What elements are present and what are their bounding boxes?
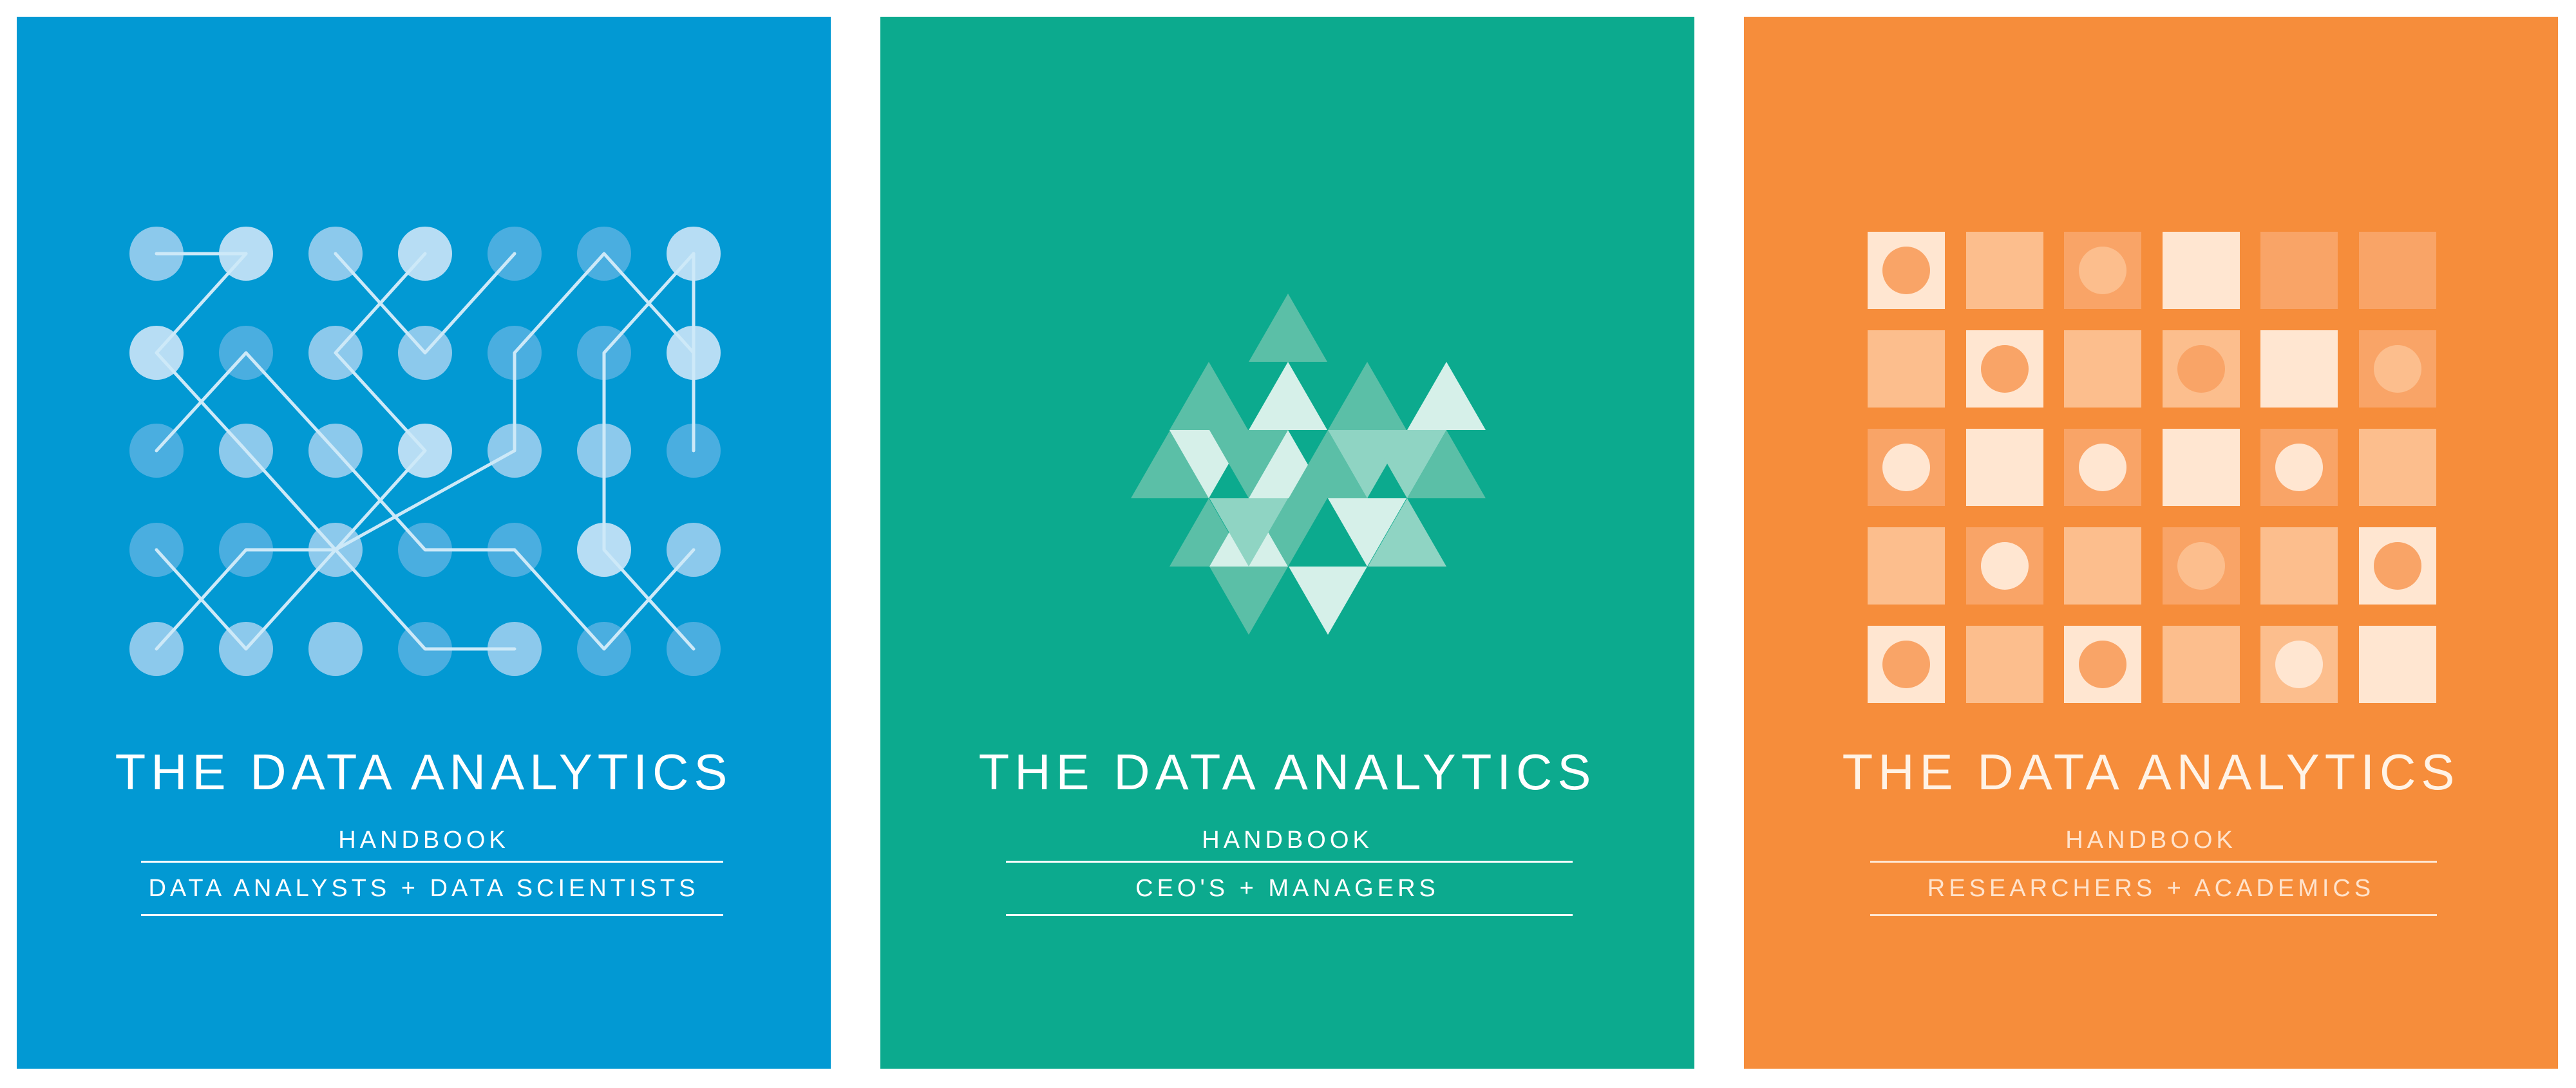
top-divider: [1870, 861, 2437, 863]
grid-circle: [2079, 247, 2126, 294]
grid-square: [2260, 527, 2338, 605]
grid-square: [1868, 527, 1945, 605]
grid-square: [1868, 330, 1945, 408]
grid-circle: [2374, 345, 2421, 393]
handbook-cover-managers: THE DATA ANALYTICS HANDBOOK CEO'S + MANA…: [880, 17, 1694, 1069]
grid-circle: [2177, 345, 2225, 393]
grid-circle: [2177, 542, 2225, 590]
grid-square: [2163, 429, 2240, 506]
cover-audience: DATA ANALYSTS + DATA SCIENTISTS: [148, 875, 699, 902]
grid-circle: [1981, 345, 2029, 393]
grid-square: [2163, 232, 2240, 309]
bottom-divider: [1006, 914, 1573, 916]
grid-circle: [2079, 444, 2126, 491]
grid-circle: [2275, 247, 2323, 294]
grid-circle: [1882, 247, 1930, 294]
grid-circle: [1882, 641, 1930, 688]
grid-square: [1966, 626, 2043, 703]
top-divider: [141, 861, 723, 863]
square-grid-illustration: [1744, 17, 2558, 1069]
bottom-divider: [141, 914, 723, 916]
grid-square: [2359, 626, 2436, 703]
grid-circle: [1981, 542, 2029, 590]
grid-square: [1966, 232, 2043, 309]
top-divider: [1006, 861, 1573, 863]
network-dot: [308, 622, 363, 676]
handbook-cover-data-analysts: THE DATA ANALYTICS HANDBOOK DATA ANALYST…: [17, 17, 831, 1069]
bottom-divider: [1870, 914, 2437, 916]
grid-circle: [2275, 641, 2323, 688]
handbook-cover-researchers: THE DATA ANALYTICS HANDBOOK RESEARCHERS …: [1744, 17, 2558, 1069]
cover-subtitle: HANDBOOK: [1202, 827, 1373, 854]
grid-circle: [2275, 444, 2323, 491]
cover-subtitle: HANDBOOK: [2065, 827, 2237, 854]
dot-network-illustration: [17, 17, 831, 1069]
cover-title: THE DATA ANALYTICS: [978, 744, 1596, 800]
cover-audience: CEO'S + MANAGERS: [1135, 875, 1439, 902]
cover-title: THE DATA ANALYTICS: [1842, 744, 2460, 800]
grid-square: [2260, 330, 2338, 408]
grid-square: [2064, 527, 2141, 605]
grid-circle: [2079, 641, 2126, 688]
cover-audience: RESEARCHERS + ACADEMICS: [1927, 875, 2375, 902]
grid-square: [1966, 429, 2043, 506]
grid-square: [2064, 330, 2141, 408]
grid-circle: [2374, 542, 2421, 590]
grid-square: [2163, 626, 2240, 703]
grid-square: [2359, 429, 2436, 506]
grid-circle: [1882, 444, 1930, 491]
triangle-mosaic-illustration: [880, 17, 1694, 1069]
cover-title: THE DATA ANALYTICS: [115, 744, 733, 800]
cover-subtitle: HANDBOOK: [338, 827, 509, 854]
grid-square: [2359, 232, 2436, 309]
